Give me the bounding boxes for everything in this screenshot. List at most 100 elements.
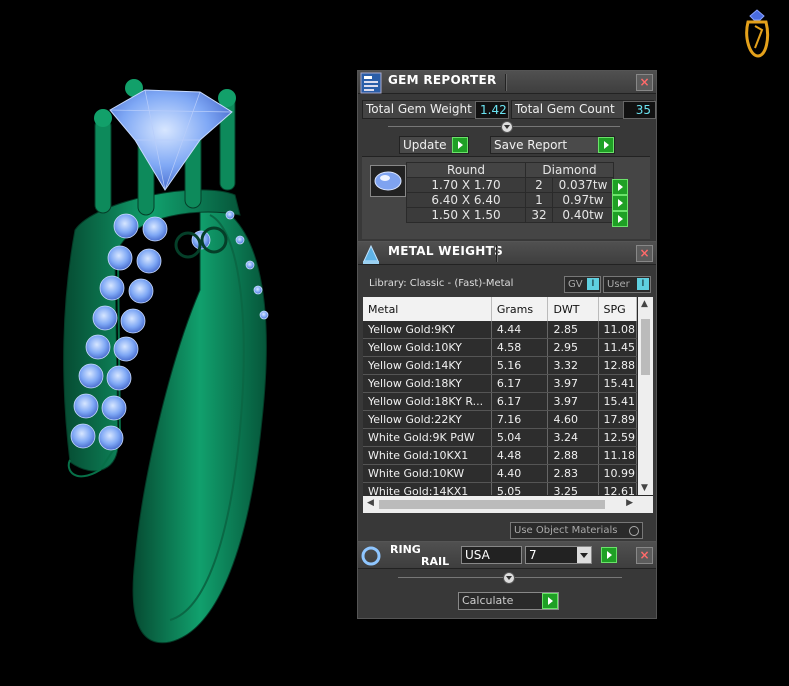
report-icon (360, 72, 382, 94)
gem-reporter-panel: GEM REPORTER × Total Gem Weight 1.42 Tot… (357, 70, 657, 242)
gem-row[interactable]: 6.40 X 6.40 1 0.97tw (406, 192, 614, 208)
metal-grams: 5.04 (491, 428, 549, 447)
metal-name: Yellow Gold:10KY (363, 338, 492, 357)
ring-rail-title-bar[interactable]: RING RAIL USA 7 × (358, 542, 656, 569)
gem-reporter-close-button[interactable]: × (636, 74, 653, 91)
metal-spg: 11.08 (598, 321, 637, 339)
metal-grams: 6.17 (491, 374, 549, 393)
metal-name: White Gold:9K PdW (363, 428, 492, 447)
radio-icon (629, 526, 639, 536)
gem-weight: 0.97tw (552, 192, 614, 208)
gem-reporter-title-bar[interactable]: GEM REPORTER × (358, 71, 656, 94)
user-toggle[interactable]: User I (603, 276, 651, 293)
ring-icon (361, 546, 381, 566)
calculate-label: Calculate (462, 594, 514, 607)
metal-dwt: 2.88 (547, 446, 599, 465)
metal-weights-title: METAL WEIGHTS (388, 244, 504, 258)
update-label: Update (403, 138, 447, 152)
ring-model (63, 79, 269, 644)
col-dwt[interactable]: DWT (547, 297, 599, 321)
metal-row[interactable]: Yellow Gold:18KY 6.17 3.97 15.41 (363, 374, 637, 393)
metal-dwt: 4.60 (547, 410, 599, 429)
metal-table-horizontal-scrollbar[interactable]: ◀ ▶ (363, 496, 653, 513)
save-report-button[interactable]: Save Report (490, 136, 615, 154)
metal-weights-close-button[interactable]: × (636, 245, 653, 262)
gem-reporter-slider-knob[interactable] (501, 121, 513, 133)
metal-row[interactable]: White Gold:10KX1 4.48 2.88 11.18 (363, 446, 637, 465)
metal-grams: 5.05 (491, 482, 549, 495)
save-report-arrow-icon[interactable] (598, 137, 614, 153)
use-object-materials-label: Use Object Materials (514, 525, 618, 536)
metal-weights-title-bar[interactable]: METAL WEIGHTS × (358, 242, 656, 265)
metal-grams: 4.40 (491, 464, 549, 483)
metal-row[interactable]: Yellow Gold:10KY 4.58 2.95 11.45 (363, 338, 637, 357)
col-grams[interactable]: Grams (491, 297, 549, 321)
gv-label: GV (568, 279, 583, 290)
ring-size-select[interactable]: 7 (525, 546, 592, 564)
ring-size-region-select[interactable]: USA (461, 546, 522, 564)
metal-row[interactable]: White Gold:10KW 4.40 2.83 10.99 (363, 464, 637, 483)
metal-scale-icon (363, 244, 379, 264)
gv-toggle-box: I (587, 278, 599, 290)
metal-spg: 11.18 (598, 446, 637, 465)
scroll-right-icon[interactable]: ▶ (626, 498, 633, 508)
shape-header: Round (406, 162, 526, 178)
metal-dwt: 2.83 (547, 464, 599, 483)
scroll-up-icon[interactable]: ▲ (641, 299, 648, 309)
gem-count: 1 (525, 192, 553, 208)
metal-grams: 7.16 (491, 410, 549, 429)
total-gem-count-value: 35 (623, 101, 656, 119)
metal-name: Yellow Gold:9KY (363, 321, 492, 339)
metal-name: Yellow Gold:14KY (363, 356, 492, 375)
metal-name: White Gold:10KX1 (363, 446, 492, 465)
gem-weight: 0.037tw (552, 177, 614, 193)
metal-dwt: 2.95 (547, 338, 599, 357)
col-spg[interactable]: SPG (598, 297, 637, 321)
round-diamond-icon[interactable] (370, 165, 406, 197)
metal-dwt: 3.24 (547, 428, 599, 447)
select-row-3-arrow-icon[interactable] (612, 211, 628, 227)
vertical-scroll-thumb[interactable] (641, 319, 650, 375)
metal-row[interactable]: White Gold:14KX1 5.05 3.25 12.61 (363, 482, 637, 495)
chevron-down-icon[interactable] (577, 547, 591, 563)
save-report-label: Save Report (494, 138, 568, 152)
select-row-1-arrow-icon[interactable] (612, 179, 628, 195)
gem-count: 32 (525, 207, 553, 223)
select-row-2-arrow-icon[interactable] (612, 195, 628, 211)
scroll-down-icon[interactable]: ▼ (641, 483, 648, 493)
metal-row[interactable]: Yellow Gold:14KY 5.16 3.32 12.88 (363, 356, 637, 375)
apply-size-arrow-icon[interactable] (601, 547, 617, 563)
metal-spg: 10.99 (598, 464, 637, 483)
gem-row[interactable]: 1.50 X 1.50 32 0.40tw (406, 207, 614, 223)
metal-row[interactable]: Yellow Gold:9KY 4.44 2.85 11.08 (363, 321, 637, 339)
metal-spg: 11.45 (598, 338, 637, 357)
metal-row[interactable]: Yellow Gold:22KY 7.16 4.60 17.89 (363, 410, 637, 429)
gem-size: 1.50 X 1.50 (406, 207, 526, 223)
gem-list: Round Diamond 1.70 X 1.70 2 0.037tw 6.40… (362, 156, 650, 239)
gem-reporter-title: GEM REPORTER (388, 73, 497, 87)
col-metal[interactable]: Metal (363, 297, 492, 321)
update-arrow-icon[interactable] (452, 137, 468, 153)
horizontal-scroll-thumb[interactable] (379, 500, 605, 509)
gem-table: Round Diamond 1.70 X 1.70 2 0.037tw 6.40… (406, 162, 614, 223)
metal-grams: 4.58 (491, 338, 549, 357)
gv-toggle[interactable]: GV I (564, 276, 601, 293)
gem-size: 1.70 X 1.70 (406, 177, 526, 193)
metal-row[interactable]: Yellow Gold:18KY R... 6.17 3.97 15.41 (363, 392, 637, 411)
ring-rail-close-button[interactable]: × (636, 547, 653, 564)
metal-table-vertical-scrollbar[interactable]: ▲ ▼ (638, 297, 653, 495)
calculate-arrow-icon[interactable] (542, 593, 558, 609)
metal-dwt: 3.97 (547, 392, 599, 411)
gem-size: 6.40 X 6.40 (406, 192, 526, 208)
metal-weights-panel: METAL WEIGHTS × Library: Classic - (Fast… (357, 241, 657, 543)
metal-name: White Gold:10KW (363, 464, 492, 483)
ring-rail-slider-knob[interactable] (503, 572, 515, 584)
ring-size-region-value: USA (465, 548, 490, 562)
scroll-left-icon[interactable]: ◀ (367, 498, 374, 508)
library-label: Library: Classic - (Fast)-Metal (369, 278, 514, 289)
gem-row[interactable]: 1.70 X 1.70 2 0.037tw (406, 177, 614, 193)
metal-grams: 4.48 (491, 446, 549, 465)
metal-row[interactable]: White Gold:9K PdW 5.04 3.24 12.59 (363, 428, 637, 447)
use-object-materials-toggle[interactable]: Use Object Materials (510, 522, 643, 539)
app-logo (745, 9, 770, 58)
